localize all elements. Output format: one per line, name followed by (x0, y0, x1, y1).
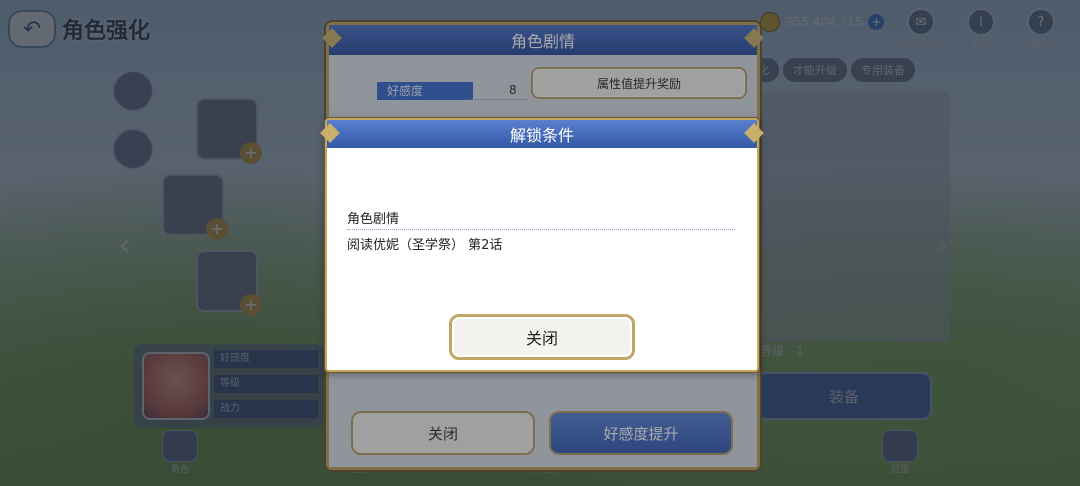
condition-title: 角色剧情 (347, 212, 400, 227)
condition-divider (347, 229, 735, 230)
unlock-close-button[interactable]: 关闭 (449, 314, 635, 360)
unlock-condition-dialog: 解锁条件 角色剧情 阅读优妮（圣学祭） 第2话 关闭 (325, 118, 759, 372)
condition-text: 阅读优妮（圣学祭） 第2话 (347, 238, 503, 253)
unlock-dialog-title: 解锁条件 (327, 120, 757, 148)
